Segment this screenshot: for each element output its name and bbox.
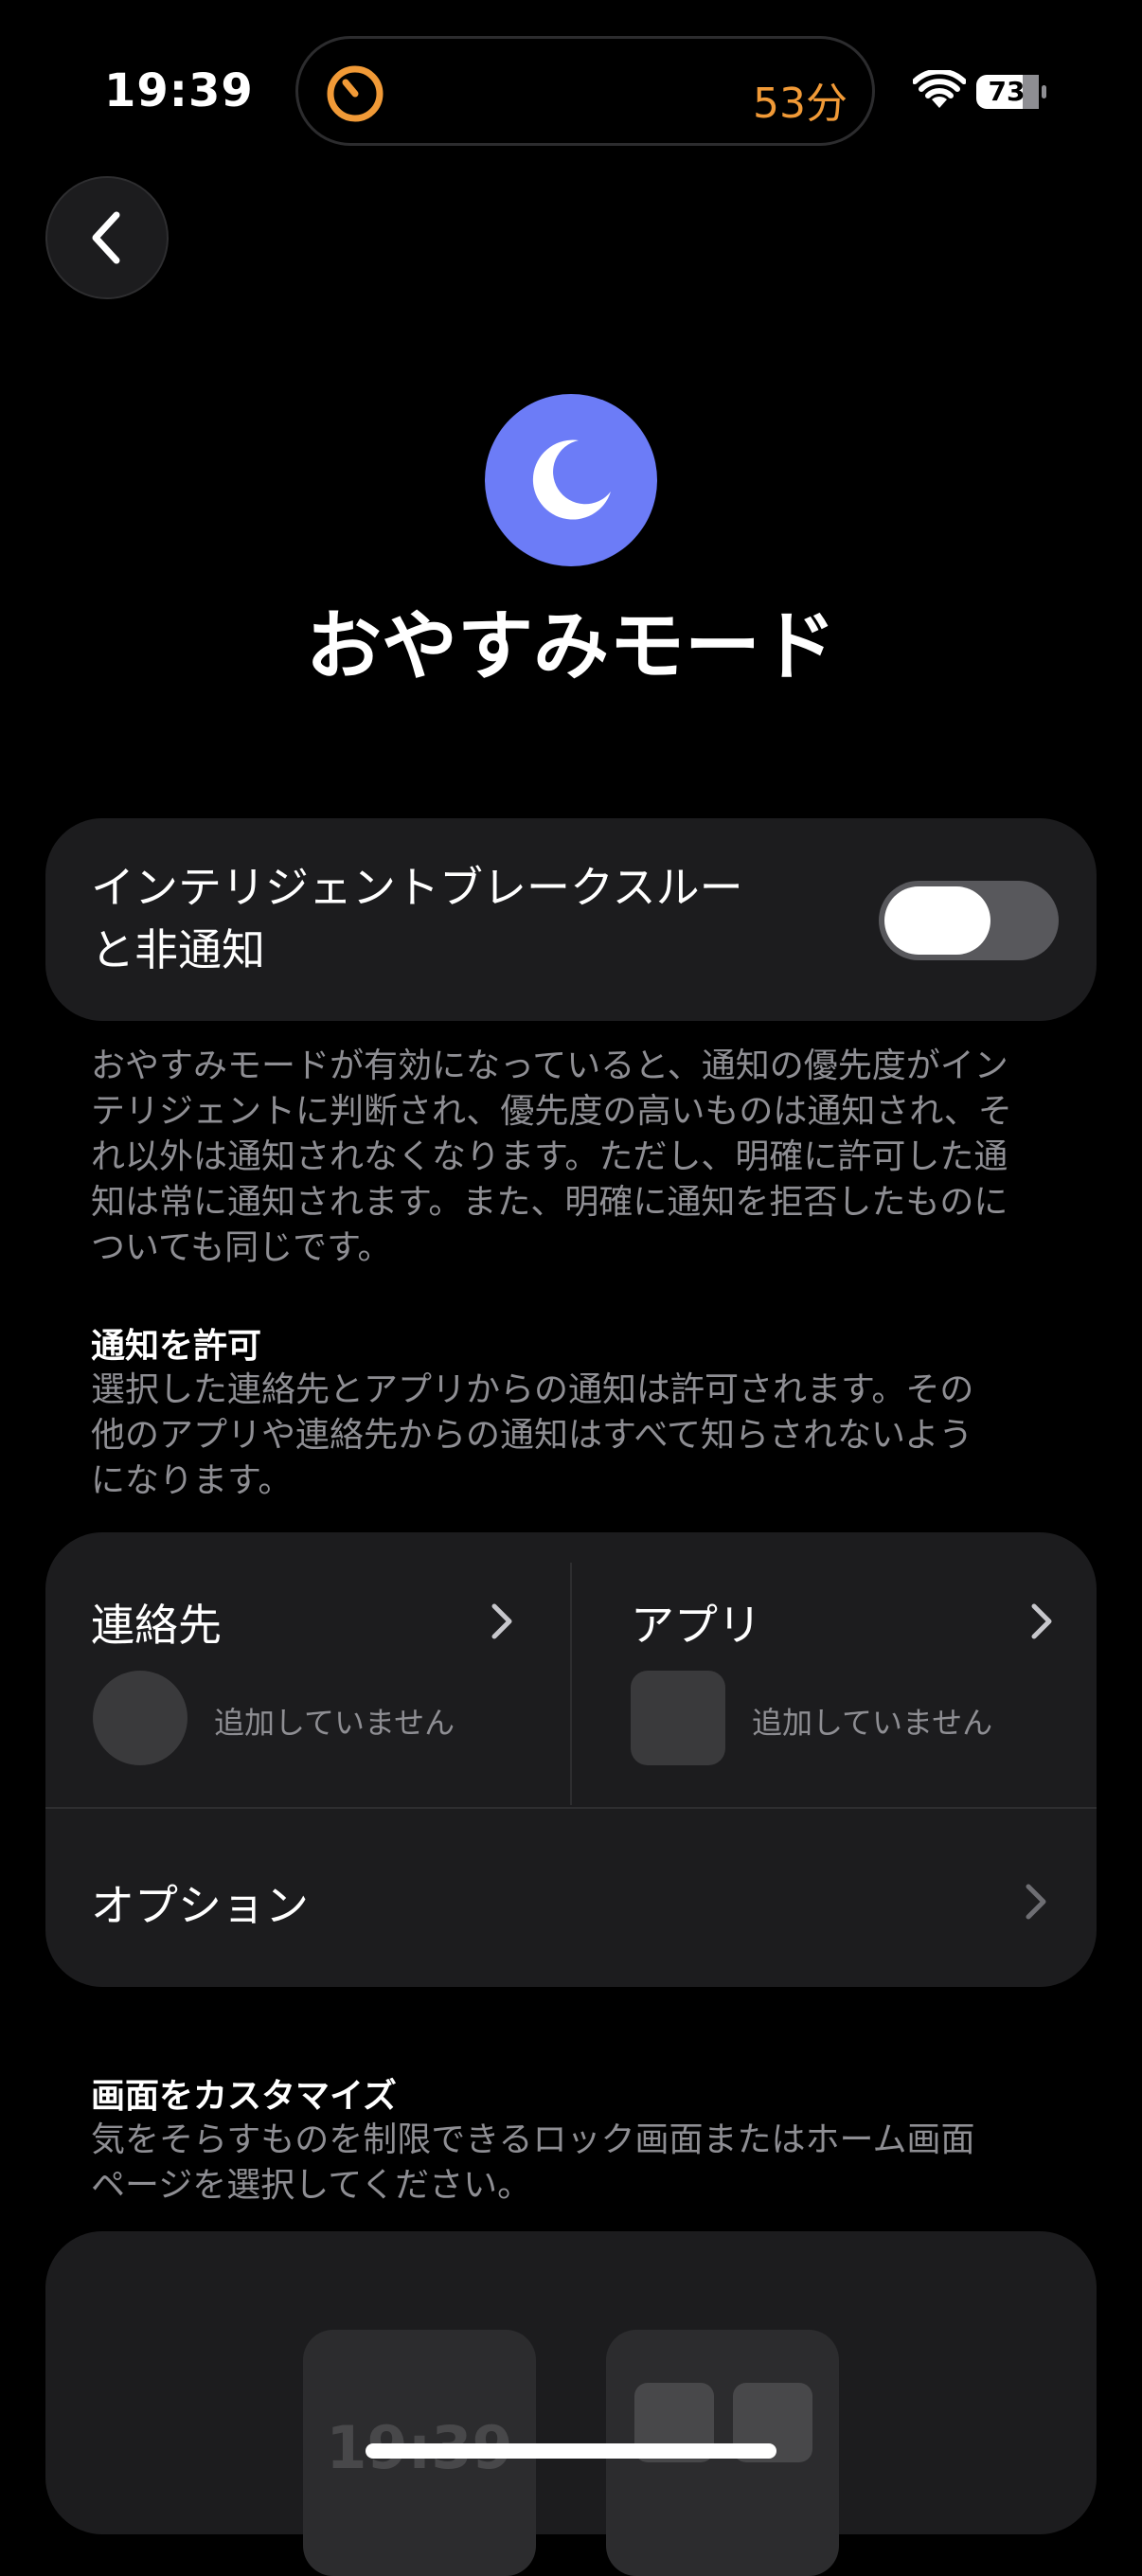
- desc-line: になります。: [91, 1461, 293, 1500]
- mode-icon-badge: [485, 394, 657, 566]
- desc-line: 他のアプリや連絡先からの通知はすべて知らされないよう: [91, 1416, 973, 1455]
- customize-screen-description: 気をそらすものを制限できるロック画面またはホーム画面 ページを選択してください。: [91, 2118, 1028, 2209]
- intelligent-breakthrough-card: インテリジェントブレークスルー と非通知: [45, 818, 1097, 1021]
- intelligent-breakthrough-toggle[interactable]: [879, 881, 1059, 960]
- desc-line: 選択した連絡先とアプリからの通知は許可されます。その: [91, 1370, 974, 1409]
- timer-remaining: 53分: [753, 80, 848, 128]
- wifi-icon: [913, 70, 966, 108]
- chevron-left-icon: [92, 211, 120, 264]
- chevron-right-icon: [1031, 1603, 1052, 1639]
- apps-label: アプリ: [631, 1600, 761, 1651]
- desc-line: ページを選択してください。: [91, 2166, 532, 2205]
- contact-avatar-placeholder: [93, 1671, 187, 1765]
- apps-cell[interactable]: [572, 1532, 1097, 1807]
- battery-icon: 73: [975, 74, 1049, 110]
- apps-none-note: 追加していません: [752, 1705, 993, 1741]
- moon-icon: [532, 439, 611, 520]
- dynamic-island-timer[interactable]: 53分: [295, 36, 875, 146]
- page-title: おやすみモード: [306, 602, 836, 690]
- allow-notifications-title: 通知を許可: [91, 1327, 262, 1366]
- customize-screen-card: 19:39: [45, 2231, 1097, 2576]
- desc-line: おやすみモードが有効になっていると、通知の優先度がイン: [91, 1046, 1008, 1085]
- allow-notifications-description: 選択した連絡先とアプリからの通知は許可されます。その 他のアプリや連絡先からの通…: [91, 1368, 1028, 1504]
- options-label: オプション: [91, 1880, 309, 1931]
- chevron-right-icon: [1026, 1884, 1046, 1920]
- desc-line: れ以外は通知されなくなります。ただし、明確に許可した通: [91, 1137, 1008, 1176]
- contacts-cell[interactable]: [45, 1532, 570, 1807]
- allow-notifications-card: 連絡先 追加していません アプリ 追加していません オプション: [45, 1532, 1097, 1987]
- contacts-none-note: 追加していません: [214, 1705, 455, 1741]
- intelligent-breakthrough-label: インテリジェントブレークスルー と非通知: [91, 856, 811, 981]
- battery-level: 73: [988, 76, 1026, 107]
- home-indicator[interactable]: [366, 2443, 776, 2459]
- timer-icon: [327, 65, 384, 122]
- desc-line: 気をそらすものを制限できるロック画面またはホーム画面: [91, 2120, 975, 2159]
- desc-line: テリジェントに判断され、優先度の高いものは通知され、そ: [91, 1092, 1012, 1131]
- status-time: 19:39: [104, 64, 254, 117]
- app-icon-placeholder: [631, 1671, 725, 1765]
- intelligent-description: おやすみモードが有効になっていると、通知の優先度がイン テリジェントに判断され、…: [91, 1044, 1028, 1271]
- desc-line: 知は常に通知されます。また、明確に通知を拒否したものに: [91, 1183, 1008, 1222]
- contacts-label: 連絡先: [91, 1600, 222, 1651]
- toggle-knob: [884, 886, 990, 955]
- options-row[interactable]: オプション: [45, 1809, 1097, 1987]
- customize-screen-title: 画面をカスタマイズ: [91, 2077, 397, 2116]
- back-button[interactable]: [45, 176, 169, 299]
- intelligent-label-line1: インテリジェントブレークスルー: [91, 862, 743, 913]
- desc-line: ついても同じです。: [91, 1228, 392, 1267]
- chevron-right-icon: [491, 1603, 512, 1639]
- intelligent-label-line2: と非通知: [91, 924, 265, 975]
